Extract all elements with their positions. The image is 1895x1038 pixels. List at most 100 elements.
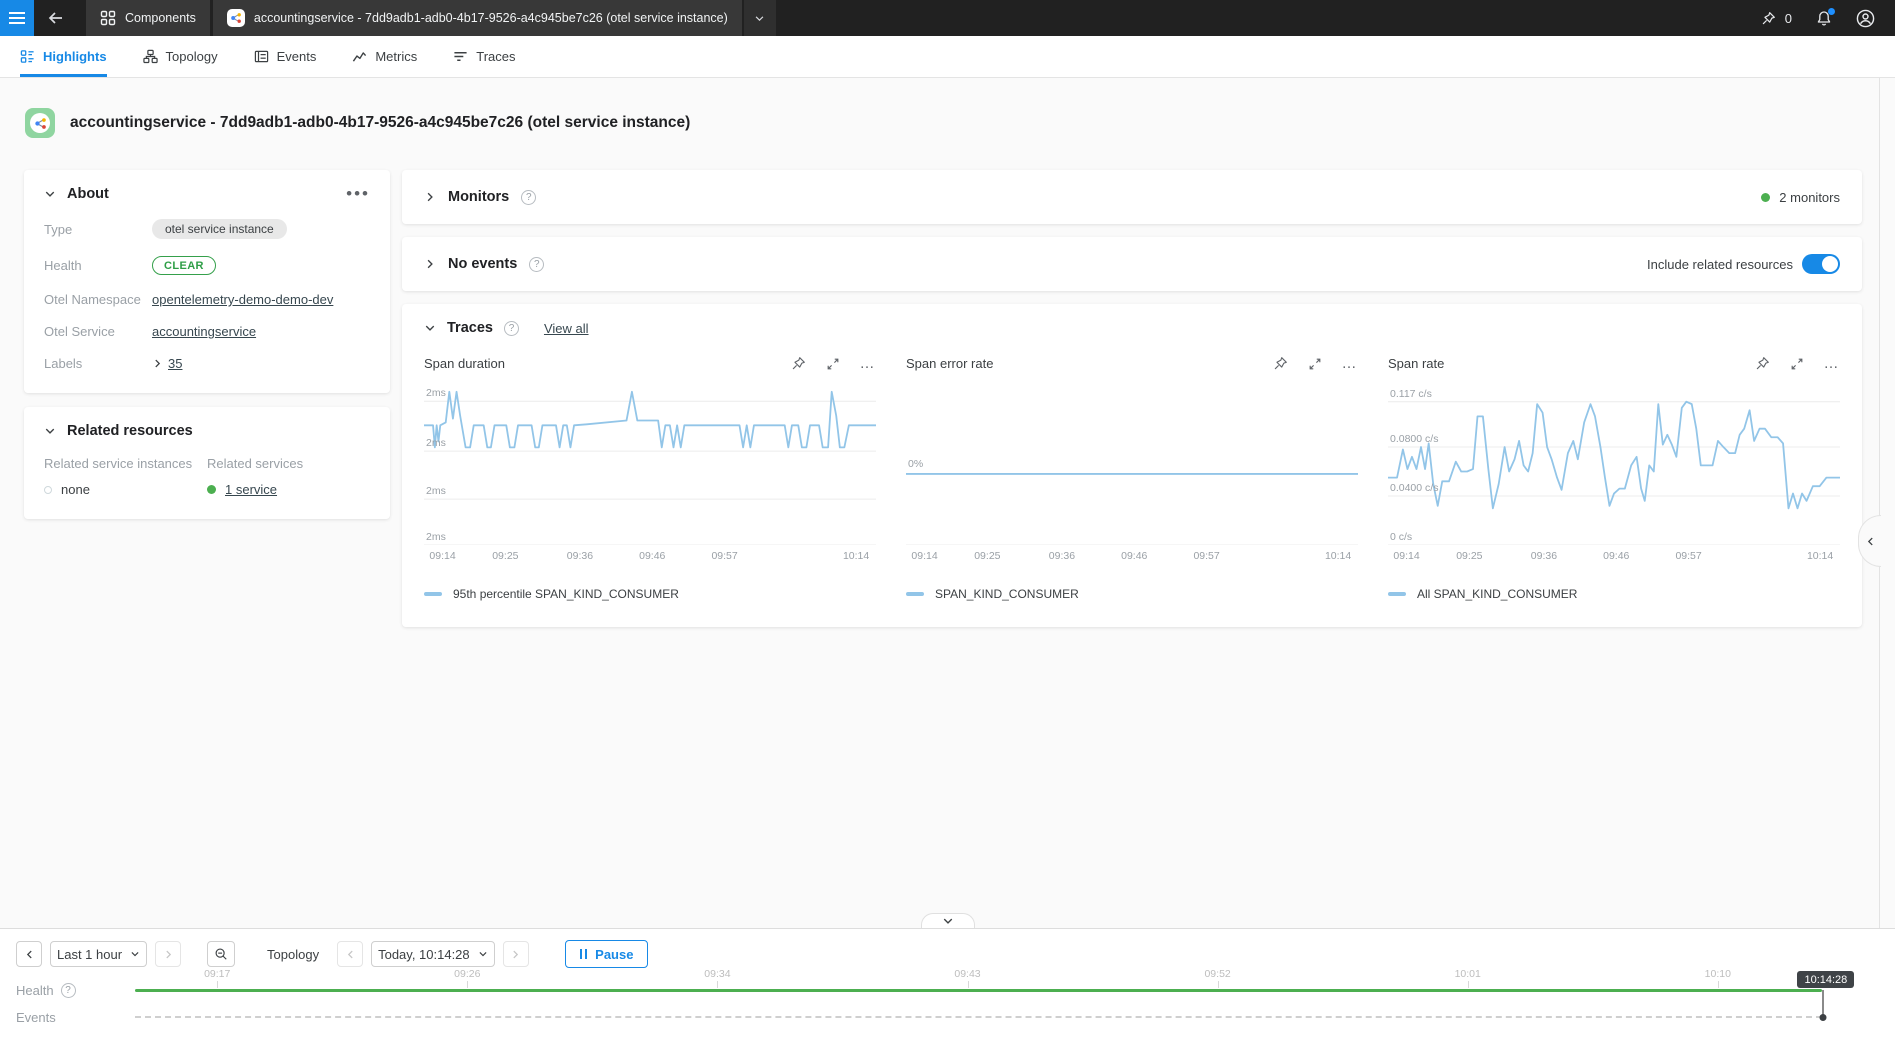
- snapshot-time-dropdown[interactable]: Today, 10:14:28: [371, 941, 495, 967]
- expand-icon[interactable]: [826, 357, 840, 371]
- expand-icon[interactable]: [1308, 357, 1322, 371]
- tab-topology-label: Topology: [166, 49, 218, 64]
- labels-expander[interactable]: 35: [152, 356, 182, 371]
- pin-icon[interactable]: [791, 356, 806, 371]
- tab-dropdown-button[interactable]: [744, 0, 776, 36]
- related-service-instances-col: Related service instances none: [44, 456, 207, 497]
- tab-traces[interactable]: Traces: [453, 36, 515, 77]
- time-prev-button[interactable]: [337, 941, 363, 967]
- chart-title: Span rate: [1388, 356, 1444, 371]
- health-status-badge: CLEAR: [152, 256, 216, 275]
- events-section[interactable]: No events ? Include related resources: [402, 237, 1862, 291]
- legend-swatch: [906, 592, 924, 596]
- related-services-link[interactable]: 1 service: [225, 482, 277, 497]
- about-collapse-chevron-icon[interactable]: [44, 188, 56, 200]
- chart-plot-area: 0.117 c/s0.0800 c/s0.0400 c/s0 c/s: [1388, 387, 1840, 545]
- time-controls: Last 1 hour Topology Today, 10:14:28 Pau…: [0, 929, 1895, 971]
- events-timeline-line: [135, 1016, 1822, 1018]
- empty-status-dot: [44, 486, 52, 494]
- tab-service-label: accountingservice - 7dd9adb1-adb0-4b17-9…: [254, 11, 728, 25]
- chevron-down-icon: [942, 915, 954, 927]
- span-rate-chart: Span rate … 0.117 c/s0.0800 c/s0.0400 c/…: [1388, 356, 1840, 601]
- topbar-actions: 0: [1761, 9, 1895, 28]
- pin-icon[interactable]: [1755, 356, 1770, 371]
- notifications-button[interactable]: [1816, 10, 1832, 27]
- tab-metrics[interactable]: Metrics: [352, 36, 417, 77]
- chart-x-axis: 09:1409:2509:3609:4609:5710:14: [906, 550, 1358, 565]
- page-title: accountingservice - 7dd9adb1-adb0-4b17-9…: [70, 114, 690, 132]
- pause-button[interactable]: Pause: [565, 940, 649, 968]
- traces-title: Traces: [447, 320, 493, 336]
- notification-dot: [1828, 8, 1835, 15]
- time-range-dropdown[interactable]: Last 1 hour: [50, 941, 147, 967]
- back-button[interactable]: [34, 0, 76, 36]
- tab-events[interactable]: Events: [254, 36, 317, 77]
- tab-service-instance[interactable]: accountingservice - 7dd9adb1-adb0-4b17-9…: [213, 0, 742, 36]
- otel-service-link[interactable]: accountingservice: [152, 324, 256, 339]
- traces-help-icon[interactable]: ?: [504, 321, 519, 336]
- zoom-out-button[interactable]: [207, 941, 235, 967]
- chart-legend: All SPAN_KIND_CONSUMER: [1388, 587, 1840, 601]
- tab-events-label: Events: [277, 49, 317, 64]
- otel-namespace-link[interactable]: opentelemetry-demo-demo-dev: [152, 292, 333, 307]
- events-row-label: Events: [16, 1010, 56, 1025]
- health-help-icon[interactable]: ?: [61, 983, 76, 998]
- time-control-bar: Last 1 hour Topology Today, 10:14:28 Pau…: [0, 928, 1895, 1038]
- range-next-button[interactable]: [155, 941, 181, 967]
- green-status-dot: [207, 485, 216, 494]
- top-bar: Components accountingservice - 7dd9adb1-…: [0, 0, 1895, 36]
- back-arrow-icon: [47, 10, 64, 26]
- traces-collapse-chevron-icon[interactable]: [424, 322, 436, 334]
- events-help-icon[interactable]: ?: [529, 257, 544, 272]
- legend-swatch: [424, 592, 442, 596]
- include-related-resources-toggle[interactable]: [1802, 254, 1840, 274]
- timeline-cursor[interactable]: 10:14:28: [1822, 990, 1824, 1018]
- chart-title: Span error rate: [906, 356, 993, 371]
- snapshot-time-value: Today, 10:14:28: [378, 947, 470, 962]
- range-prev-button[interactable]: [16, 941, 42, 967]
- chart-plot-area: 0%: [906, 387, 1358, 545]
- monitors-expand-chevron-icon[interactable]: [424, 191, 436, 203]
- timeline-tick-mark: [1718, 981, 1719, 988]
- hamburger-menu-icon[interactable]: [0, 0, 34, 36]
- related-resources-collapse-chevron-icon[interactable]: [44, 425, 56, 437]
- chart-menu-icon[interactable]: …: [860, 361, 877, 367]
- include-related-resources-label: Include related resources: [1647, 257, 1793, 272]
- events-expand-chevron-icon[interactable]: [424, 258, 436, 270]
- chevron-left-icon: [345, 949, 356, 960]
- page-header: accountingservice - 7dd9adb1-adb0-4b17-9…: [0, 78, 1895, 168]
- trace-service-icon: [227, 9, 245, 27]
- time-range-value: Last 1 hour: [57, 947, 122, 962]
- span-error-rate-chart: Span error rate … 0% 09:1409:2509:3609:4…: [906, 356, 1358, 601]
- monitors-help-icon[interactable]: ?: [521, 190, 536, 205]
- chevron-right-icon: [510, 949, 521, 960]
- timeline-tick-mark: [467, 981, 468, 988]
- monitors-section[interactable]: Monitors ? 2 monitors: [402, 170, 1862, 224]
- pin-icon: [1761, 11, 1776, 26]
- pin-icon[interactable]: [1273, 356, 1288, 371]
- view-all-link[interactable]: View all: [544, 321, 589, 336]
- time-next-button[interactable]: [503, 941, 529, 967]
- tab-topology[interactable]: Topology: [143, 36, 218, 77]
- right-panel-rail: [1879, 78, 1895, 928]
- chart-menu-icon[interactable]: …: [1824, 361, 1841, 367]
- about-menu-button[interactable]: •••: [346, 190, 370, 198]
- chart-menu-icon[interactable]: …: [1342, 361, 1359, 367]
- expand-icon[interactable]: [1790, 357, 1804, 371]
- tab-components[interactable]: Components: [86, 0, 210, 36]
- chevron-right-icon: [163, 949, 174, 960]
- span-duration-chart: Span duration … 2ms2ms2ms2ms 09:1409:250…: [424, 356, 876, 601]
- about-row-labels: Labels 35: [44, 356, 370, 371]
- timeline-tick-label: 09:17: [204, 968, 230, 980]
- tab-highlights[interactable]: Highlights: [20, 36, 107, 77]
- timeline-track[interactable]: 10:14:28 09:1709:2609:3409:4309:5210:011…: [135, 971, 1848, 1037]
- highlights-icon: [20, 49, 35, 64]
- user-menu-button[interactable]: [1856, 9, 1875, 28]
- about-row-otel-service: Otel Service accountingservice: [44, 324, 370, 339]
- row-label: Otel Namespace: [44, 292, 152, 307]
- pinned-items-button[interactable]: 0: [1761, 11, 1792, 26]
- monitors-status-dot: [1761, 193, 1770, 202]
- legend-label: SPAN_KIND_CONSUMER: [935, 587, 1079, 601]
- col-label: Related service instances: [44, 456, 207, 471]
- timeline-collapse-button[interactable]: [921, 913, 975, 928]
